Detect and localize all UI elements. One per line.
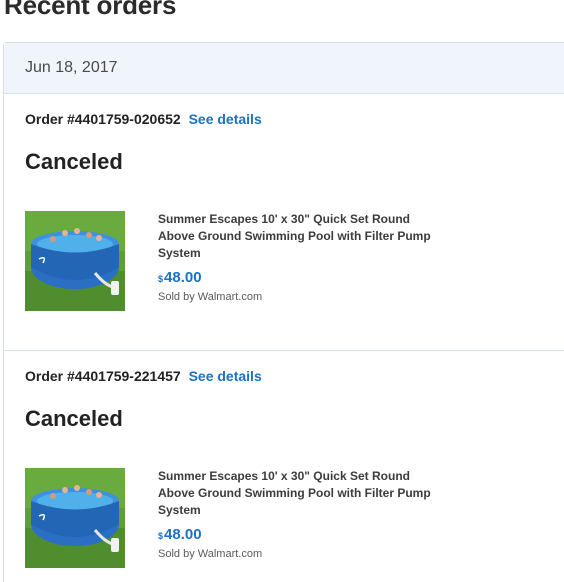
order-status: Canceled: [25, 406, 123, 431]
product-price: $48.00: [158, 526, 438, 544]
swimming-pool-product-image[interactable]: [25, 211, 125, 311]
order-number: Order #4401759-020652: [25, 111, 181, 127]
product-info: Summer Escapes 10' x 30" Quick Set Round…: [158, 468, 438, 560]
price-currency: $: [158, 531, 164, 541]
see-details-link[interactable]: See details: [189, 368, 262, 384]
page-title: Recent orders: [4, 0, 177, 20]
product-info: Summer Escapes 10' x 30" Quick Set Round…: [158, 211, 438, 303]
order-number-line: Order #4401759-020652 See details: [25, 111, 262, 127]
order-number-line: Order #4401759-221457 See details: [25, 368, 262, 384]
order-status: Canceled: [25, 149, 123, 174]
product-name-link[interactable]: Summer Escapes 10' x 30" Quick Set Round…: [158, 211, 438, 262]
product-price: $48.00: [158, 269, 438, 287]
see-details-link[interactable]: See details: [189, 111, 262, 127]
order-item: Order #4401759-020652 See details Cancel…: [4, 94, 564, 351]
sold-by: Sold by Walmart.com: [158, 548, 263, 560]
price-currency: $: [158, 274, 164, 284]
orders-card: Jun 18, 2017 Order #4401759-020652 See d…: [3, 42, 564, 582]
order-number: Order #4401759-221457: [25, 368, 181, 384]
recent-orders-page: Recent orders Jun 18, 2017 Order #440175…: [0, 0, 564, 582]
swimming-pool-product-image[interactable]: [25, 468, 125, 568]
sold-by: Sold by Walmart.com: [158, 291, 263, 303]
order-item: Order #4401759-221457 See details Cancel…: [4, 351, 564, 582]
price-amount: 48.00: [164, 526, 202, 543]
product-name-link[interactable]: Summer Escapes 10' x 30" Quick Set Round…: [158, 468, 438, 519]
order-date: Jun 18, 2017: [25, 59, 118, 76]
price-amount: 48.00: [164, 269, 202, 286]
order-date-header: Jun 18, 2017: [4, 43, 564, 94]
